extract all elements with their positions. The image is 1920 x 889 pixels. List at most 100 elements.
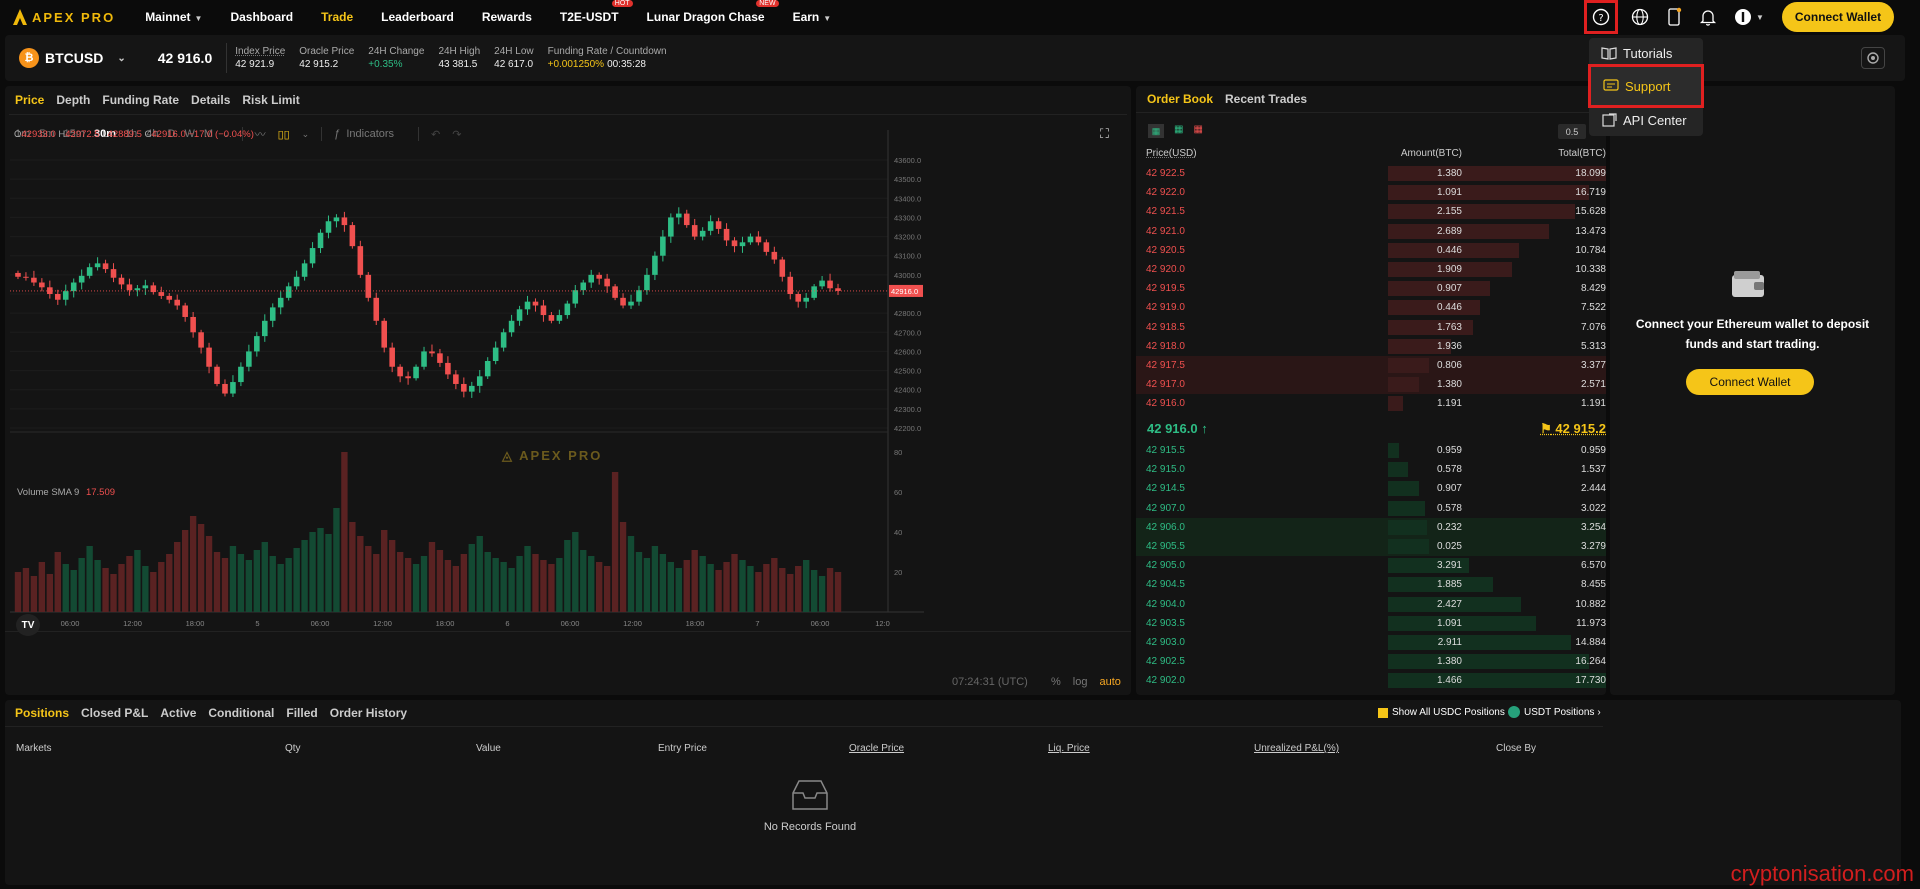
ask-row[interactable]: 42 918.0 1.936 5.313 bbox=[1136, 337, 1606, 356]
candle-body bbox=[62, 291, 69, 300]
price-tick-label: 42400.0 bbox=[894, 386, 921, 395]
tab-funding-rate[interactable]: Funding Rate bbox=[102, 93, 179, 107]
nav-item-t2e-usdt[interactable]: T2E-USDT HOT bbox=[560, 0, 633, 24]
tab-positions[interactable]: Positions bbox=[15, 706, 69, 720]
nav-item-lunar-dragon-chase[interactable]: Lunar Dragon Chase NEW bbox=[647, 0, 779, 24]
utc-time[interactable]: 07:24:31 (UTC) bbox=[952, 676, 1028, 688]
tab-order-book[interactable]: Order Book bbox=[1147, 92, 1213, 106]
ask-row[interactable]: 42 921.0 2.689 13.473 bbox=[1136, 222, 1606, 241]
connect-wallet-button-top[interactable]: Connect Wallet bbox=[1782, 2, 1894, 32]
ask-row[interactable]: 42 919.5 0.907 8.429 bbox=[1136, 279, 1606, 298]
auto-scale-toggle[interactable]: auto bbox=[1099, 676, 1120, 688]
log-scale-toggle[interactable]: log bbox=[1073, 676, 1088, 688]
nav-item-trade[interactable]: Trade bbox=[321, 10, 353, 24]
bid-row[interactable]: 42 914.5 0.907 2.444 bbox=[1136, 479, 1606, 498]
bid-row[interactable]: 42 915.0 0.578 1.537 bbox=[1136, 460, 1606, 479]
help-button[interactable]: ? bbox=[1584, 0, 1618, 34]
bid-row[interactable]: 42 903.5 1.091 11.973 bbox=[1136, 614, 1606, 633]
usdt-positions-link[interactable]: USDT Positions › bbox=[1508, 706, 1601, 718]
ask-row[interactable]: 42 921.5 2.155 15.628 bbox=[1136, 202, 1606, 221]
tab-closed-p-l[interactable]: Closed P&L bbox=[81, 706, 148, 720]
volume-bar bbox=[86, 546, 93, 612]
nav-item-dashboard[interactable]: Dashboard bbox=[230, 10, 293, 24]
bid-row[interactable]: 42 904.5 1.885 8.455 bbox=[1136, 575, 1606, 594]
tab-order-history[interactable]: Order History bbox=[330, 706, 407, 720]
show-all-usdc-checkbox[interactable]: Show All USDC Positions bbox=[1378, 707, 1505, 718]
market-selector[interactable]: ₿ BTCUSD ⌄ bbox=[19, 48, 126, 68]
price-chart[interactable]: 43600.0 43500.0 43400.0 43300.0 43200.0 43100… bbox=[5, 130, 1131, 660]
bid-row[interactable]: 42 915.5 0.959 0.959 bbox=[1136, 441, 1606, 460]
bid-row[interactable]: 42 902.5 1.380 16.264 bbox=[1136, 652, 1606, 671]
volume-bar bbox=[524, 546, 531, 612]
tab-conditional[interactable]: Conditional bbox=[208, 706, 274, 720]
ticker-stat-value: +0.35% bbox=[368, 59, 403, 70]
tab-filled[interactable]: Filled bbox=[286, 706, 317, 720]
both-sides-view-icon[interactable]: ▦ bbox=[1148, 124, 1164, 138]
notifications-button[interactable] bbox=[1692, 1, 1724, 33]
volume-bar bbox=[269, 556, 276, 612]
ask-row[interactable]: 42 922.0 1.091 16.719 bbox=[1136, 183, 1606, 202]
ask-row[interactable]: 42 919.0 0.446 7.522 bbox=[1136, 298, 1606, 317]
percent-scale-toggle[interactable]: % bbox=[1051, 676, 1061, 688]
order-total: 16.719 bbox=[1575, 187, 1606, 199]
volume-bar bbox=[373, 554, 380, 612]
candle-body bbox=[31, 277, 37, 283]
bid-row[interactable]: 42 904.0 2.427 10.882 bbox=[1136, 595, 1606, 614]
nav-item-rewards[interactable]: Rewards bbox=[482, 10, 532, 24]
bid-row[interactable]: 42 903.0 2.911 14.884 bbox=[1136, 633, 1606, 652]
ask-row[interactable]: 42 918.5 1.763 7.076 bbox=[1136, 318, 1606, 337]
mobile-app-button[interactable] bbox=[1658, 1, 1690, 33]
volume-bar bbox=[420, 556, 428, 612]
apex-logo[interactable]: APEX PRO bbox=[12, 8, 115, 26]
ask-row[interactable]: 42 916.0 1.191 1.191 bbox=[1136, 394, 1606, 413]
volume-bar bbox=[62, 564, 69, 612]
order-total: 14.884 bbox=[1575, 637, 1606, 648]
tab-depth[interactable]: Depth bbox=[56, 93, 90, 107]
bids-view-icon[interactable]: ▦ bbox=[1174, 124, 1183, 138]
candle-body bbox=[588, 274, 594, 283]
ask-row[interactable]: 42 920.5 0.446 10.784 bbox=[1136, 241, 1606, 260]
tradingview-logo-icon[interactable]: TV bbox=[16, 614, 40, 636]
ask-row[interactable]: 42 922.5 1.380 18.099 bbox=[1136, 164, 1606, 183]
order-total: 10.882 bbox=[1575, 598, 1606, 610]
volume-bar bbox=[779, 568, 786, 612]
asks-view-icon[interactable]: ▦ bbox=[1193, 124, 1202, 138]
menu-item-support[interactable]: Support bbox=[1588, 64, 1704, 108]
bid-row[interactable]: 42 907.0 0.578 3.022 bbox=[1136, 499, 1606, 518]
bid-row[interactable]: 42 902.0 1.466 17.730 bbox=[1136, 671, 1606, 690]
order-price: 42 905.5 bbox=[1146, 541, 1185, 552]
menu-item-api-center[interactable]: API Center bbox=[1589, 105, 1703, 135]
globe-icon bbox=[1631, 8, 1649, 26]
tab-risk-limit[interactable]: Risk Limit bbox=[242, 93, 299, 107]
tab-details[interactable]: Details bbox=[191, 93, 230, 107]
candle-body bbox=[620, 297, 626, 306]
language-button[interactable] bbox=[1624, 1, 1656, 33]
ask-row[interactable]: 42 917.5 0.806 3.377 bbox=[1136, 356, 1606, 375]
settings-button[interactable] bbox=[1861, 47, 1885, 69]
volume-bar bbox=[118, 564, 125, 612]
ticker-stat-label: Index Price bbox=[235, 46, 286, 57]
tab-price[interactable]: Price bbox=[15, 93, 44, 107]
tick-size-select[interactable]: 0.5 bbox=[1558, 124, 1586, 139]
order-price: 42 920.5 bbox=[1146, 244, 1185, 256]
ask-row[interactable]: 42 917.0 1.380 2.571 bbox=[1136, 375, 1606, 395]
nav-item-leaderboard[interactable]: Leaderboard bbox=[381, 10, 454, 24]
ask-row[interactable]: 42 920.0 1.909 10.338 bbox=[1136, 260, 1606, 279]
candle-body bbox=[779, 259, 786, 277]
scale-options: % log auto bbox=[1051, 676, 1121, 688]
order-price: 42 918.0 bbox=[1146, 340, 1185, 352]
candle-body bbox=[508, 320, 515, 333]
connect-wallet-button[interactable]: Connect Wallet bbox=[1686, 369, 1814, 395]
bid-row[interactable]: 42 905.0 3.291 6.570 bbox=[1136, 556, 1606, 575]
volume-bar bbox=[548, 564, 555, 612]
tab-recent-trades[interactable]: Recent Trades bbox=[1225, 92, 1307, 106]
nav-item-earn[interactable]: Earn ▼ bbox=[793, 10, 832, 24]
bid-row[interactable]: 42 905.5 0.025 3.279 bbox=[1136, 537, 1606, 556]
tab-active[interactable]: Active bbox=[160, 706, 196, 720]
account-button[interactable]: ▼ bbox=[1726, 1, 1772, 33]
candle-body bbox=[86, 267, 93, 276]
candle-body bbox=[214, 366, 220, 384]
api-icon bbox=[1602, 113, 1617, 127]
bid-row[interactable]: 42 906.0 0.232 3.254 bbox=[1136, 517, 1606, 537]
nav-item-mainnet[interactable]: Mainnet ▼ bbox=[145, 10, 202, 24]
